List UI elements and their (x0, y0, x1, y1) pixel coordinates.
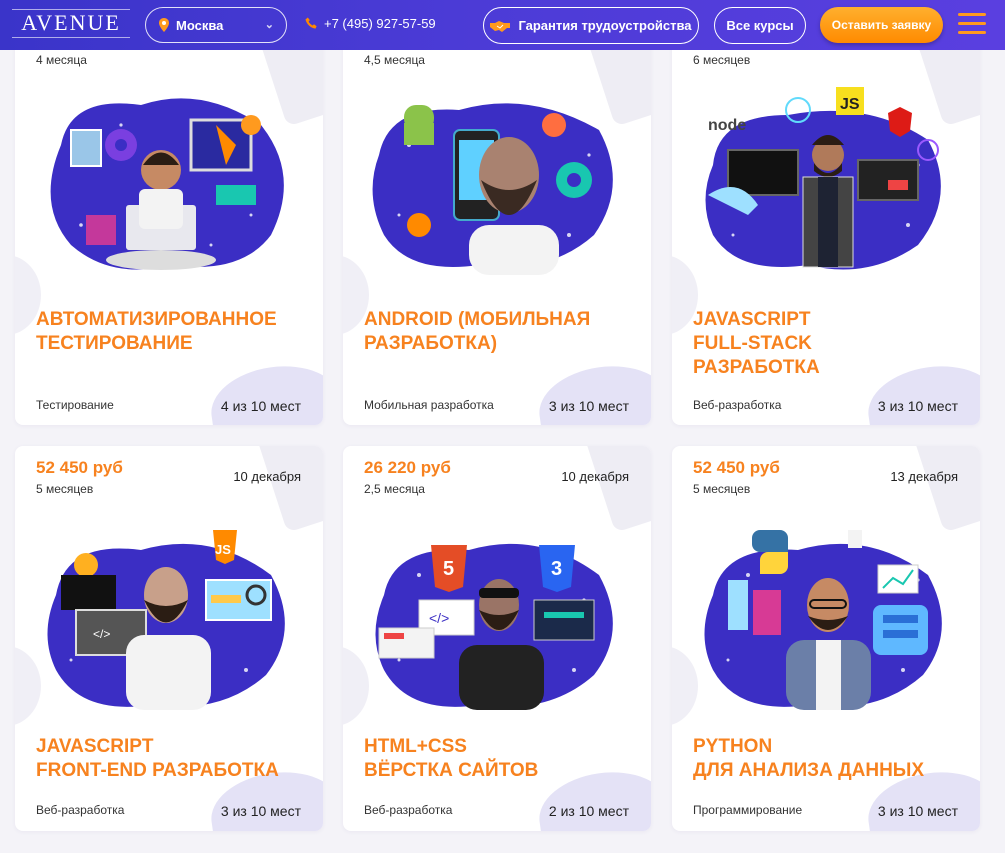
start-date: 13 декабря (890, 469, 958, 484)
course-title[interactable]: ANDROID (МОБИЛЬНАЯ РАЗРАБОТКА) (364, 308, 644, 356)
avenue-logo[interactable]: AVENUE (12, 9, 130, 38)
phone-link[interactable]: +7 (495) 927-57-59 (305, 16, 436, 31)
javascript-frontend-illustration: </> JS (47, 530, 285, 710)
course-title[interactable]: АВТОМАТИЗИРОВАННОЕ ТЕСТИРОВАНИЕ (36, 308, 316, 356)
course-title[interactable]: JAVASCRIPT FULL-STACK РАЗРАБОТКА (693, 308, 973, 380)
course-card[interactable]: 26 220 руб 2,5 месяца 10 декабря HTML 5 … (343, 446, 651, 831)
course-duration: 5 месяцев (36, 482, 94, 496)
code-tag-icon: </> (93, 627, 110, 641)
all-courses-button[interactable]: Все курсы (714, 7, 806, 44)
testing-illustration (50, 98, 284, 270)
seats-left: 3 из 10 мест (220, 803, 301, 819)
guarantee-label: Гарантия трудоустройства (518, 18, 692, 33)
course-title[interactable]: JAVASCRIPT FRONT-END РАЗРАБОТКА (36, 735, 316, 783)
android-illustration (372, 103, 613, 275)
course-card[interactable]: 4 месяца АВТОМАТИЗИРОВАННОЕ ТЕСТИРОВАНИЕ… (15, 40, 323, 425)
employment-guarantee-button[interactable]: Гарантия трудоустройства (483, 7, 699, 44)
css-badge-icon: CSS (544, 530, 563, 540)
seats-left: 3 из 10 мест (877, 398, 958, 414)
html-css-illustration: HTML 5 CSS 3 </> (375, 530, 613, 710)
code-tag-icon: </> (429, 610, 449, 626)
apply-button[interactable]: Оставить заявку (820, 7, 943, 43)
course-title[interactable]: HTML+CSS ВЁРСТКА САЙТОВ (364, 735, 644, 783)
chevron-down-icon: ⌄ (264, 19, 274, 31)
course-card[interactable]: 4,5 месяца ANDROID (МОБИЛЬНАЯ РАЗРАБОТКА… (343, 40, 651, 425)
svg-text:5: 5 (443, 558, 454, 580)
course-category: Программирование (693, 803, 803, 817)
handshake-icon (490, 20, 511, 32)
course-card[interactable]: 6 месяцев node JS JAVASCRIPT FULL-STACK … (672, 40, 980, 425)
js-badge-icon: JS (840, 96, 860, 113)
seats-left: 2 из 10 мест (548, 803, 629, 819)
seats-left: 3 из 10 мест (877, 803, 958, 819)
javascript-fullstack-illustration: node JS (705, 87, 941, 270)
html-badge-icon: HTML (432, 532, 457, 542)
course-category: Веб-разработка (693, 398, 782, 412)
svg-text:node: node (708, 117, 746, 134)
course-card[interactable]: 52 450 руб 5 месяцев 13 декабря PYTHON Д… (672, 446, 980, 831)
city-label: Москва (176, 17, 224, 33)
python-data-illustration (704, 530, 942, 710)
course-duration: 2,5 месяца (364, 482, 425, 496)
start-date: 10 декабря (561, 469, 629, 484)
course-category: Тестирование (36, 398, 114, 412)
course-duration: 4 месяца (36, 53, 87, 67)
course-category: Веб-разработка (364, 803, 453, 817)
seats-left: 4 из 10 мест (220, 398, 301, 414)
location-pin-icon (159, 18, 169, 32)
js-badge-icon: JS (215, 542, 231, 557)
seats-left: 3 из 10 мест (548, 398, 629, 414)
course-duration: 4,5 месяца (364, 53, 425, 67)
menu-icon[interactable] (958, 13, 986, 35)
course-price: 52 450 руб (693, 458, 780, 477)
course-price: 26 220 руб (364, 458, 451, 477)
course-price: 52 450 руб (36, 458, 123, 477)
phone-number: +7 (495) 927-57-59 (324, 16, 436, 31)
course-card[interactable]: 52 450 руб 5 месяцев 10 декабря </> JS J… (15, 446, 323, 831)
phone-icon (305, 17, 317, 29)
course-category: Мобильная разработка (364, 398, 494, 412)
course-category: Веб-разработка (36, 803, 125, 817)
site-header: AVENUE Москва ⌄ +7 (495) 927-57-59 Гаран… (0, 0, 1005, 50)
course-duration: 5 месяцев (693, 482, 751, 496)
course-duration: 6 месяцев (693, 53, 751, 67)
start-date: 10 декабря (233, 469, 301, 484)
svg-text:3: 3 (551, 558, 562, 580)
city-select[interactable]: Москва ⌄ (145, 7, 287, 43)
course-title[interactable]: PYTHON ДЛЯ АНАЛИЗА ДАННЫХ (693, 735, 973, 783)
